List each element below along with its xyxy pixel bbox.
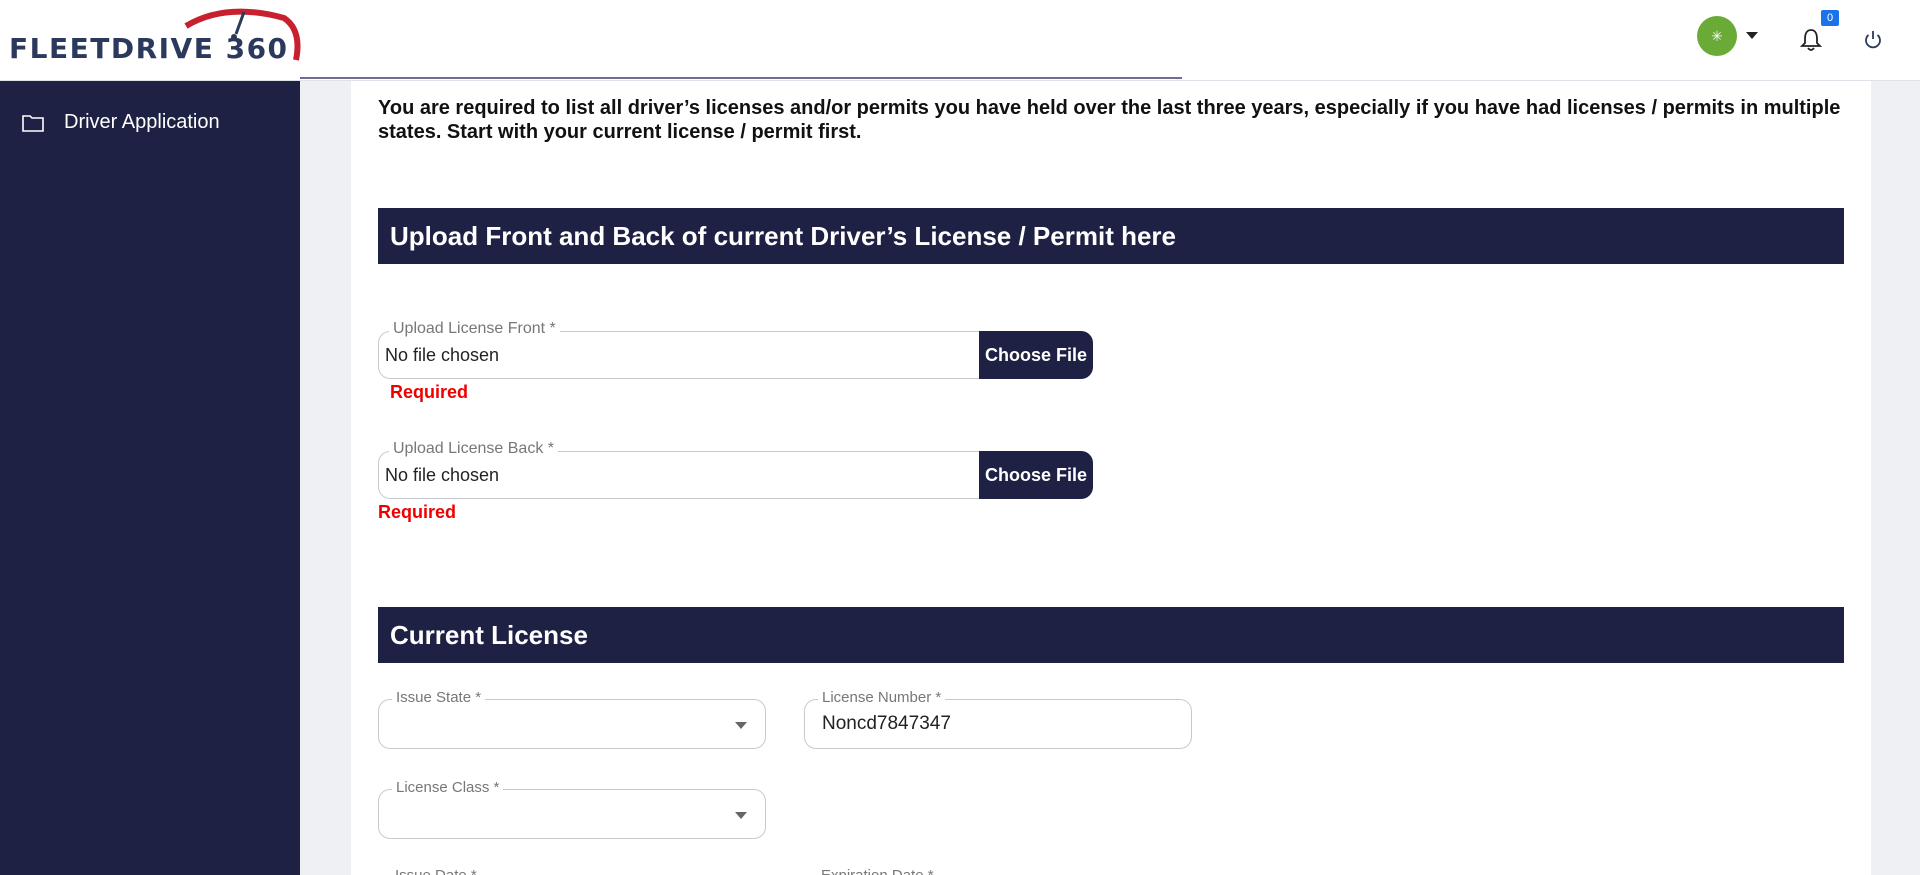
page-progress-line — [300, 77, 1182, 79]
avatar[interactable]: ✳ — [1697, 16, 1737, 56]
license-number-input[interactable]: License Number * Noncd7847347 — [804, 689, 1192, 749]
chevron-down-icon — [735, 812, 747, 819]
license-front-upload[interactable]: Upload License Front * No file chosen Ch… — [378, 320, 1093, 379]
license-back-choose-file-button[interactable]: Choose File — [979, 451, 1093, 499]
fleetdrive-logo[interactable]: FLEETDRIVE 360 — [6, 6, 302, 70]
current-license-section-header: Current License — [378, 607, 1844, 663]
sidebar-item-label: Driver Application — [64, 111, 220, 133]
folder-icon — [22, 114, 44, 132]
avatar-symbol: ✳ — [1711, 27, 1723, 44]
speedometer-logo-icon — [184, 8, 301, 61]
license-class-select[interactable]: License Class * — [378, 779, 766, 839]
power-icon[interactable] — [1862, 29, 1884, 51]
issue-date-label: Issue Date * — [395, 867, 477, 875]
license-front-filename: No file chosen — [385, 345, 500, 365]
expiration-date-label: Expiration Date * — [821, 867, 934, 875]
application-form-card: You are required to list all driver’s li… — [351, 81, 1871, 875]
issue-state-label: Issue State * — [392, 689, 486, 706]
bell-icon[interactable] — [1800, 28, 1822, 52]
top-header: FLEETDRIVE 360 ✳ 0 — [0, 0, 1920, 81]
license-back-label: Upload License Back * — [389, 440, 558, 458]
license-front-choose-file-button[interactable]: Choose File — [979, 331, 1093, 379]
sidebar-item-driver-application[interactable]: Driver Application — [22, 111, 220, 134]
sidebar: Driver Application — [0, 81, 300, 875]
license-front-label: Upload License Front * — [389, 320, 560, 338]
license-number-label: License Number * — [818, 689, 946, 706]
chevron-down-icon — [735, 722, 747, 729]
license-back-error: Required — [378, 502, 457, 522]
issue-state-select[interactable]: Issue State * — [378, 689, 766, 749]
intro-text: You are required to list all driver’s li… — [378, 97, 1841, 143]
upload-section-header: Upload Front and Back of current Driver’… — [378, 208, 1844, 264]
license-number-value: Noncd7847347 — [822, 713, 951, 734]
license-class-label: License Class * — [392, 779, 504, 796]
account-dropdown-caret-icon[interactable] — [1746, 32, 1758, 39]
license-back-filename: No file chosen — [385, 465, 500, 485]
notification-badge: 0 — [1821, 10, 1839, 26]
license-back-upload[interactable]: Upload License Back * No file chosen Cho… — [378, 440, 1093, 499]
license-front-error: Required — [390, 382, 469, 402]
